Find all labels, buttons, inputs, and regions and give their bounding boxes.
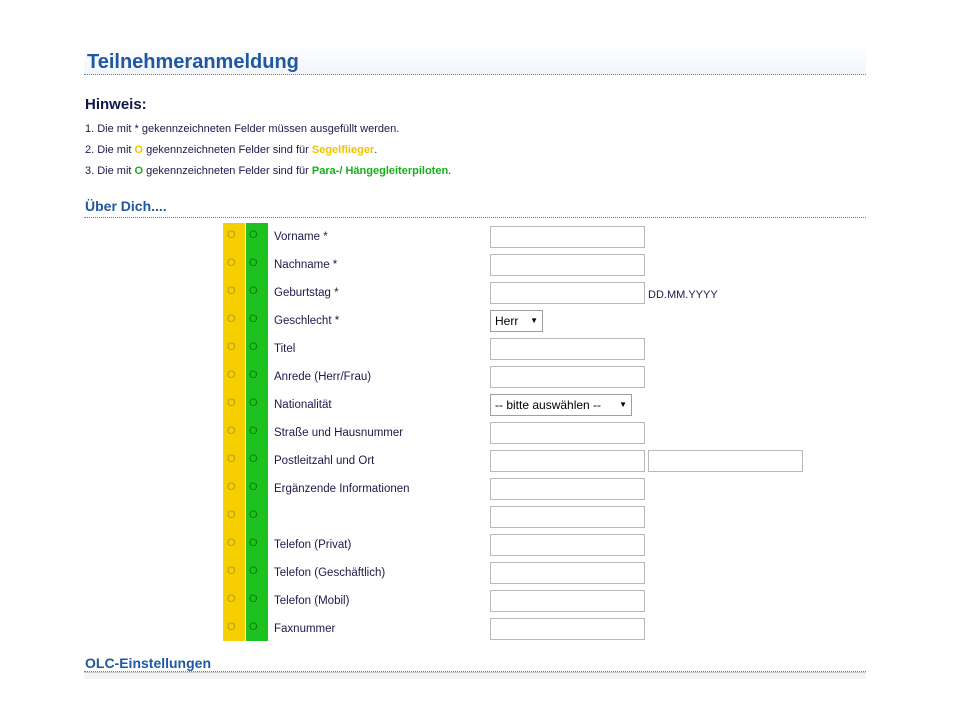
- segelflieger-marker: O: [227, 453, 236, 465]
- nachname-label: Nachname *: [274, 259, 338, 271]
- section-about-title: Über Dich....: [85, 198, 167, 214]
- paraglider-marker: O: [134, 165, 144, 177]
- tel-privat-label: Telefon (Privat): [274, 539, 352, 551]
- plz-input[interactable]: [490, 450, 645, 472]
- segelflieger-marker: O: [227, 341, 236, 353]
- section-olc-title: OLC-Einstellungen: [85, 655, 211, 671]
- tel-mobil-input[interactable]: [490, 590, 645, 612]
- form-row-nationalitaet: O O Nationalität -- bitte auswählen -- ▼: [0, 391, 960, 419]
- tel-mobil-label: Telefon (Mobil): [274, 595, 350, 607]
- chevron-down-icon: ▼: [530, 316, 538, 325]
- nationalitaet-label: Nationalität: [274, 399, 332, 411]
- anrede-label: Anrede (Herr/Frau): [274, 371, 372, 383]
- paraglider-marker: O: [249, 565, 258, 577]
- form-row-anrede: O O Anrede (Herr/Frau): [0, 363, 960, 391]
- paraglider-marker: O: [249, 313, 258, 325]
- paraglider-marker: O: [249, 425, 258, 437]
- geburtstag-label: Geburtstag *: [274, 287, 339, 299]
- segelflieger-marker: O: [227, 565, 236, 577]
- page-title: Teilnehmeranmeldung: [87, 51, 299, 73]
- ergaenzend-label: Ergänzende Informationen: [274, 483, 410, 495]
- nachname-input[interactable]: [490, 254, 645, 276]
- nationalitaet-select[interactable]: -- bitte auswählen -- ▼: [490, 394, 632, 416]
- strasse-input[interactable]: [490, 422, 645, 444]
- ort-input[interactable]: [648, 450, 803, 472]
- segelflieger-marker: O: [227, 537, 236, 549]
- paraglider-marker: O: [249, 509, 258, 521]
- segelflieger-marker: O: [227, 481, 236, 493]
- paraglider-marker: O: [249, 229, 258, 241]
- segelflieger-marker: O: [227, 621, 236, 633]
- anrede-input[interactable]: [490, 366, 645, 388]
- segelflieger-marker: O: [227, 509, 236, 521]
- paraglider-marker: O: [249, 285, 258, 297]
- fax-input[interactable]: [490, 618, 645, 640]
- geschlecht-selected-value: Herr: [495, 314, 519, 328]
- form-row-ergaenzend: O O Ergänzende Informationen: [0, 475, 960, 503]
- hint-required: 1. Die mit * gekennzeichneten Felder müs…: [85, 123, 400, 135]
- paraglider-marker: O: [249, 341, 258, 353]
- vorname-label: Vorname *: [274, 231, 328, 243]
- form-row-ergaenzend-2: O O: [0, 503, 960, 531]
- tel-privat-input[interactable]: [490, 534, 645, 556]
- plz-ort-label: Postleitzahl und Ort: [274, 455, 375, 467]
- tel-geschaeft-label: Telefon (Geschäftlich): [274, 567, 386, 579]
- paraglider-marker: O: [249, 257, 258, 269]
- segelflieger-marker: O: [227, 397, 236, 409]
- paraglider-marker: O: [249, 537, 258, 549]
- paraglider-marker: O: [249, 481, 258, 493]
- segelflieger-label: Segelflieger: [311, 144, 375, 156]
- segelflieger-marker: O: [227, 313, 236, 325]
- segelflieger-marker: O: [227, 285, 236, 297]
- date-format-hint: DD.MM.YYYY: [648, 289, 718, 301]
- hint-paraglider: 3. Die mit O gekennzeichneten Felder sin…: [85, 165, 452, 177]
- form-row-plz-ort: O O Postleitzahl und Ort: [0, 447, 960, 475]
- tel-geschaeft-input[interactable]: [490, 562, 645, 584]
- segelflieger-marker: O: [227, 425, 236, 437]
- form-row-tel-geschaeft: O O Telefon (Geschäftlich): [0, 559, 960, 587]
- segelflieger-marker: O: [227, 257, 236, 269]
- chevron-down-icon: ▼: [619, 400, 627, 409]
- segelflieger-marker: O: [227, 229, 236, 241]
- geschlecht-select[interactable]: Herr ▼: [490, 310, 543, 332]
- segelflieger-marker: O: [227, 369, 236, 381]
- section-olc-header: OLC-Einstellungen: [84, 654, 866, 672]
- horizontal-scrollbar[interactable]: [84, 672, 866, 679]
- titel-label: Titel: [274, 343, 296, 355]
- form-row-geschlecht: O O Geschlecht * Herr ▼: [0, 307, 960, 335]
- form-row-tel-privat: O O Telefon (Privat): [0, 531, 960, 559]
- form-row-tel-mobil: O O Telefon (Mobil): [0, 587, 960, 615]
- section-about-header: Über Dich....: [84, 197, 866, 218]
- segelflieger-marker: O: [227, 593, 236, 605]
- strasse-label: Straße und Hausnummer: [274, 427, 404, 439]
- form-row-vorname: O O Vorname *: [0, 223, 960, 251]
- paraglider-marker: O: [249, 453, 258, 465]
- nationalitaet-selected-value: -- bitte auswählen --: [495, 398, 602, 412]
- vorname-input[interactable]: [490, 226, 645, 248]
- geschlecht-label: Geschlecht *: [274, 315, 340, 327]
- form-row-nachname: O O Nachname *: [0, 251, 960, 279]
- form-row-fax: O O Faxnummer: [0, 615, 960, 643]
- hint-heading: Hinweis:: [85, 96, 147, 113]
- paraglider-marker: O: [249, 621, 258, 633]
- ergaenzend-input-2[interactable]: [490, 506, 645, 528]
- page-header: Teilnehmeranmeldung: [84, 44, 866, 75]
- paraglider-marker: O: [249, 369, 258, 381]
- form-row-titel: O O Titel: [0, 335, 960, 363]
- paraglider-label: Para-/ Hängegleiterpiloten: [311, 165, 449, 177]
- paraglider-marker: O: [249, 397, 258, 409]
- segelflieger-marker: O: [134, 144, 144, 156]
- ergaenzend-input-1[interactable]: [490, 478, 645, 500]
- paraglider-marker: O: [249, 593, 258, 605]
- hint-segelflieger: 2. Die mit O gekennzeichneten Felder sin…: [85, 144, 378, 156]
- geburtstag-input[interactable]: [490, 282, 645, 304]
- form-row-geburtstag: O O Geburtstag * DD.MM.YYYY: [0, 279, 960, 307]
- titel-input[interactable]: [490, 338, 645, 360]
- form-row-strasse: O O Straße und Hausnummer: [0, 419, 960, 447]
- fax-label: Faxnummer: [274, 623, 336, 635]
